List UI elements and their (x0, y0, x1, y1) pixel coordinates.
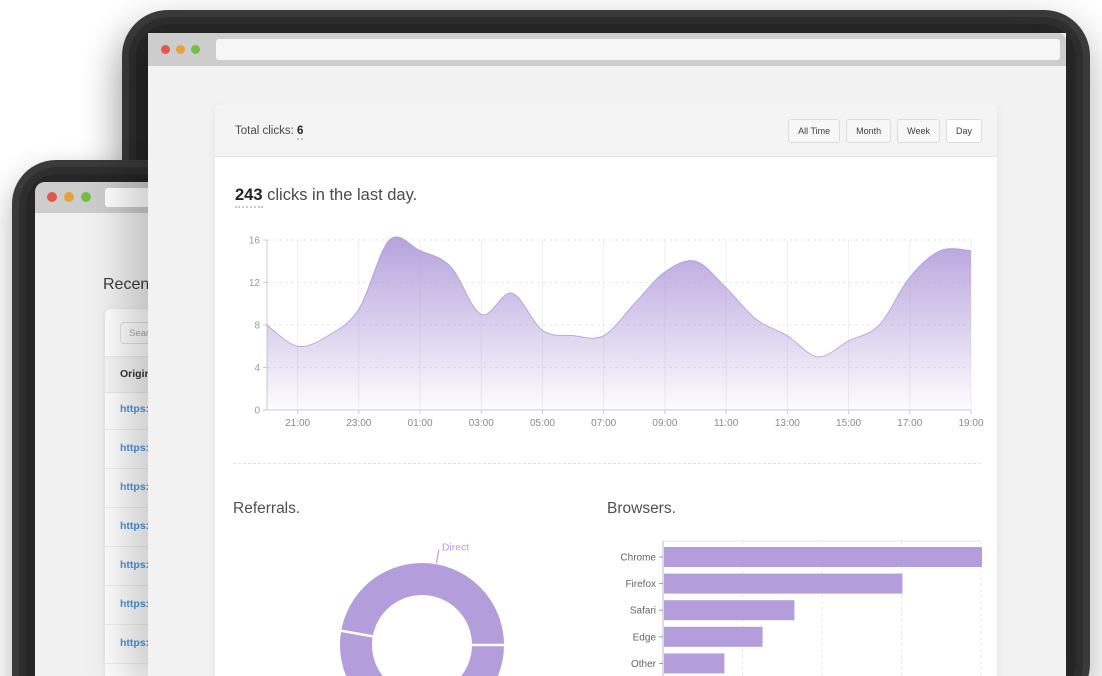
svg-text:21:00: 21:00 (285, 418, 310, 429)
browsers-section-title: Browsers. (607, 500, 676, 518)
bar-firefox (664, 574, 903, 594)
clicks-headline-text: clicks in the last day. (263, 186, 418, 204)
svg-text:07:00: 07:00 (591, 418, 616, 429)
bar-chrome (664, 547, 982, 567)
svg-text:4: 4 (254, 363, 260, 374)
referrals-section-title: Referrals. (233, 500, 300, 518)
filter-button-all-time[interactable]: All Time (788, 119, 840, 143)
front-browser-chrome (148, 33, 1066, 66)
svg-text:01:00: 01:00 (408, 418, 433, 429)
svg-text:8: 8 (254, 321, 260, 332)
svg-text:03:00: 03:00 (469, 418, 494, 429)
analytics-card: Total clicks: 6 All TimeMonthWeekDay 243… (215, 105, 997, 676)
close-window-icon[interactable] (47, 192, 57, 202)
section-divider (233, 463, 981, 464)
filter-button-week[interactable]: Week (897, 119, 940, 143)
time-filter-group: All TimeMonthWeekDay (788, 119, 982, 143)
total-clicks-value: 6 (297, 125, 303, 140)
clicks-area-chart: 21:00 23:00 01:00 03:00 05:00 07:00 09:00 11:00… (215, 232, 987, 467)
donut-label-direct: Direct (442, 541, 470, 553)
bar-label-other: Other (631, 659, 657, 670)
desktop-stage: Recent Original https://https://https://… (0, 0, 1102, 676)
svg-text:05:00: 05:00 (530, 418, 555, 429)
front-address-bar[interactable] (216, 39, 1060, 60)
svg-text:11:00: 11:00 (714, 418, 739, 429)
svg-text:19:00: 19:00 (958, 418, 983, 429)
bar-label-chrome: Chrome (620, 553, 656, 564)
svg-text:16: 16 (249, 236, 261, 247)
clicks-headline: 243 clicks in the last day. (235, 186, 417, 205)
svg-text:17:00: 17:00 (897, 418, 922, 429)
minimize-window-icon[interactable] (64, 192, 74, 202)
svg-text:23:00: 23:00 (346, 418, 371, 429)
bar-label-firefox: Firefox (625, 579, 656, 590)
recent-links-heading: Recent (103, 276, 154, 294)
total-clicks-text: Total clicks: (235, 125, 294, 137)
minimize-window-icon[interactable] (176, 45, 185, 54)
analytics-page: Total clicks: 6 All TimeMonthWeekDay 243… (148, 66, 1066, 676)
svg-text:13:00: 13:00 (775, 418, 800, 429)
front-browser-window: Total clicks: 6 All TimeMonthWeekDay 243… (148, 33, 1066, 676)
svg-text:0: 0 (254, 406, 260, 417)
maximize-window-icon[interactable] (81, 192, 91, 202)
bar-other (664, 653, 724, 673)
filter-button-month[interactable]: Month (846, 119, 891, 143)
browsers-bar-chart: Chrome Firefox Safari Edge Other (600, 528, 995, 676)
svg-text:09:00: 09:00 (652, 418, 677, 429)
bar-label-edge: Edge (633, 632, 657, 643)
bar-label-safari: Safari (630, 606, 656, 617)
stats-header-bar: Total clicks: 6 All TimeMonthWeekDay (215, 105, 997, 157)
total-clicks-label: Total clicks: 6 (235, 125, 303, 137)
clicks-count: 243 (235, 186, 263, 208)
bar-edge (664, 627, 763, 647)
referrals-donut-chart: Direct (330, 533, 515, 676)
maximize-window-icon[interactable] (191, 45, 200, 54)
close-window-icon[interactable] (161, 45, 170, 54)
filter-button-day[interactable]: Day (946, 119, 982, 143)
svg-text:15:00: 15:00 (836, 418, 861, 429)
svg-text:12: 12 (249, 278, 261, 289)
bar-safari (664, 600, 794, 620)
